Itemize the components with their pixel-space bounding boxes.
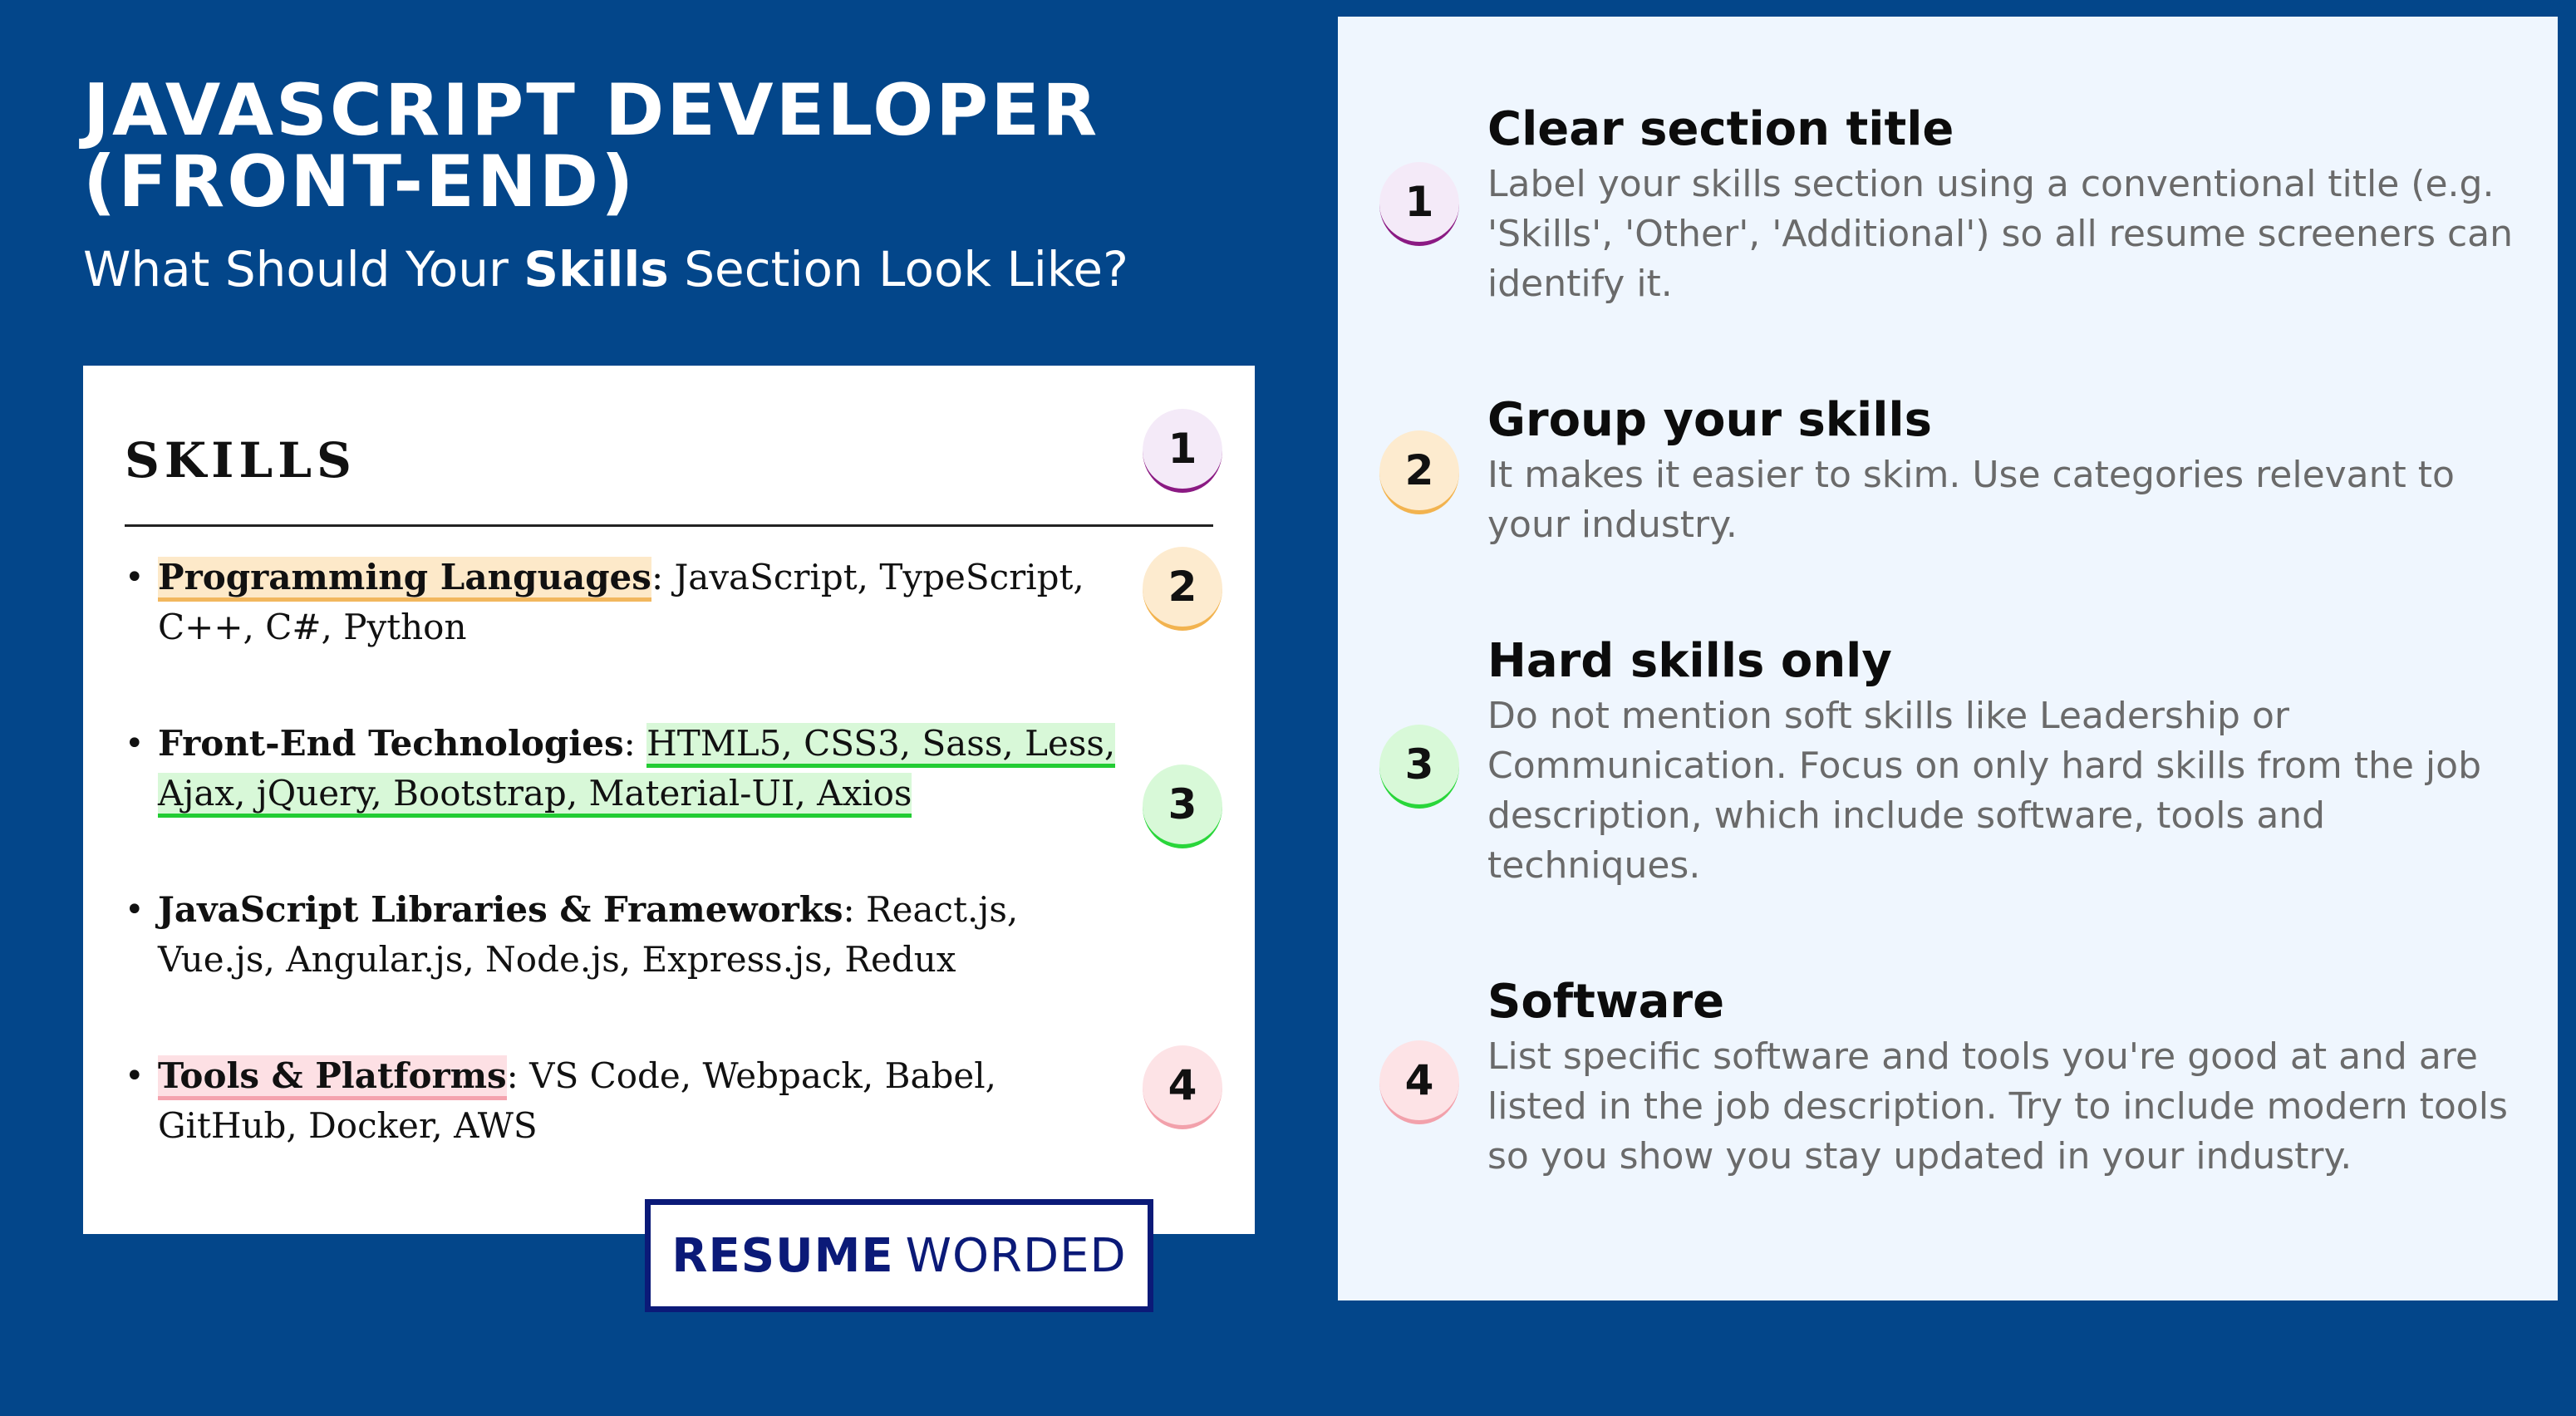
skill-category-label: Front-End Technologies xyxy=(158,723,624,764)
skill-item-programming-languages: Programming Languages: JavaScript, TypeS… xyxy=(125,553,1122,652)
subtitle-text-end: Section Look Like? xyxy=(668,241,1128,297)
tips-panel: 1 Clear section title Label your skills … xyxy=(1338,17,2558,1300)
callout-badge-2: 2 xyxy=(1143,547,1222,631)
skill-item-tools-platforms: Tools & Platforms: VS Code, Webpack, Bab… xyxy=(125,1051,1122,1151)
tip-description: It makes it easier to skim. Use categori… xyxy=(1487,454,2455,546)
resume-skills-card: SKILLS Programming Languages: JavaScript… xyxy=(83,366,1255,1234)
tip-description: Label your skills section using a conven… xyxy=(1487,163,2514,305)
tip-software: Software List specific software and tool… xyxy=(1487,972,2518,1182)
section-divider xyxy=(125,524,1213,527)
tip-title: Software xyxy=(1487,975,1725,1029)
tip-hard-skills-only: Hard skills only Do not mention soft ski… xyxy=(1487,632,2518,891)
callout-badge-4: 4 xyxy=(1143,1045,1222,1129)
skill-category-label: Programming Languages xyxy=(158,557,651,602)
tip-badge-3: 3 xyxy=(1379,725,1459,809)
page-subtitle: What Should Your Skills Section Look Lik… xyxy=(83,239,1128,299)
subtitle-emphasis: Skills xyxy=(524,241,669,297)
subtitle-text: What Should Your xyxy=(83,241,524,297)
skill-category-label: JavaScript Libraries & Frameworks xyxy=(158,889,843,930)
callout-badge-3: 3 xyxy=(1143,765,1222,848)
tip-badge-1: 1 xyxy=(1379,162,1459,246)
tip-description: Do not mention soft skills like Leadersh… xyxy=(1487,695,2481,887)
logo-text-strong: RESUME xyxy=(671,1228,894,1283)
skill-category-label: Tools & Platforms xyxy=(158,1055,507,1100)
tip-group-your-skills: Group your skills It makes it easier to … xyxy=(1487,391,2518,550)
skills-list: Programming Languages: JavaScript, TypeS… xyxy=(125,553,1122,1217)
tip-badge-2: 2 xyxy=(1379,430,1459,514)
tip-description: List specific software and tools you're … xyxy=(1487,1035,2508,1178)
resume-worded-logo: RESUME WORDED xyxy=(645,1199,1153,1312)
skill-item-libraries-frameworks: JavaScript Libraries & Frameworks: React… xyxy=(125,885,1122,985)
tip-title: Clear section title xyxy=(1487,102,1954,156)
callout-badge-1: 1 xyxy=(1143,409,1222,493)
logo-text-light: WORDED xyxy=(905,1228,1127,1283)
tip-title: Group your skills xyxy=(1487,393,1932,447)
tip-title: Hard skills only xyxy=(1487,634,1892,688)
skill-item-front-end-technologies: Front-End Technologies: HTML5, CSS3, Sas… xyxy=(125,719,1122,819)
tip-clear-section-title: Clear section title Label your skills se… xyxy=(1487,100,2518,309)
tip-badge-4: 4 xyxy=(1379,1040,1459,1124)
skills-section-heading: SKILLS xyxy=(125,432,356,489)
page-title: JAVASCRIPT DEVELOPER (FRONT-END) xyxy=(83,69,1100,224)
skill-separator: : xyxy=(623,723,647,764)
